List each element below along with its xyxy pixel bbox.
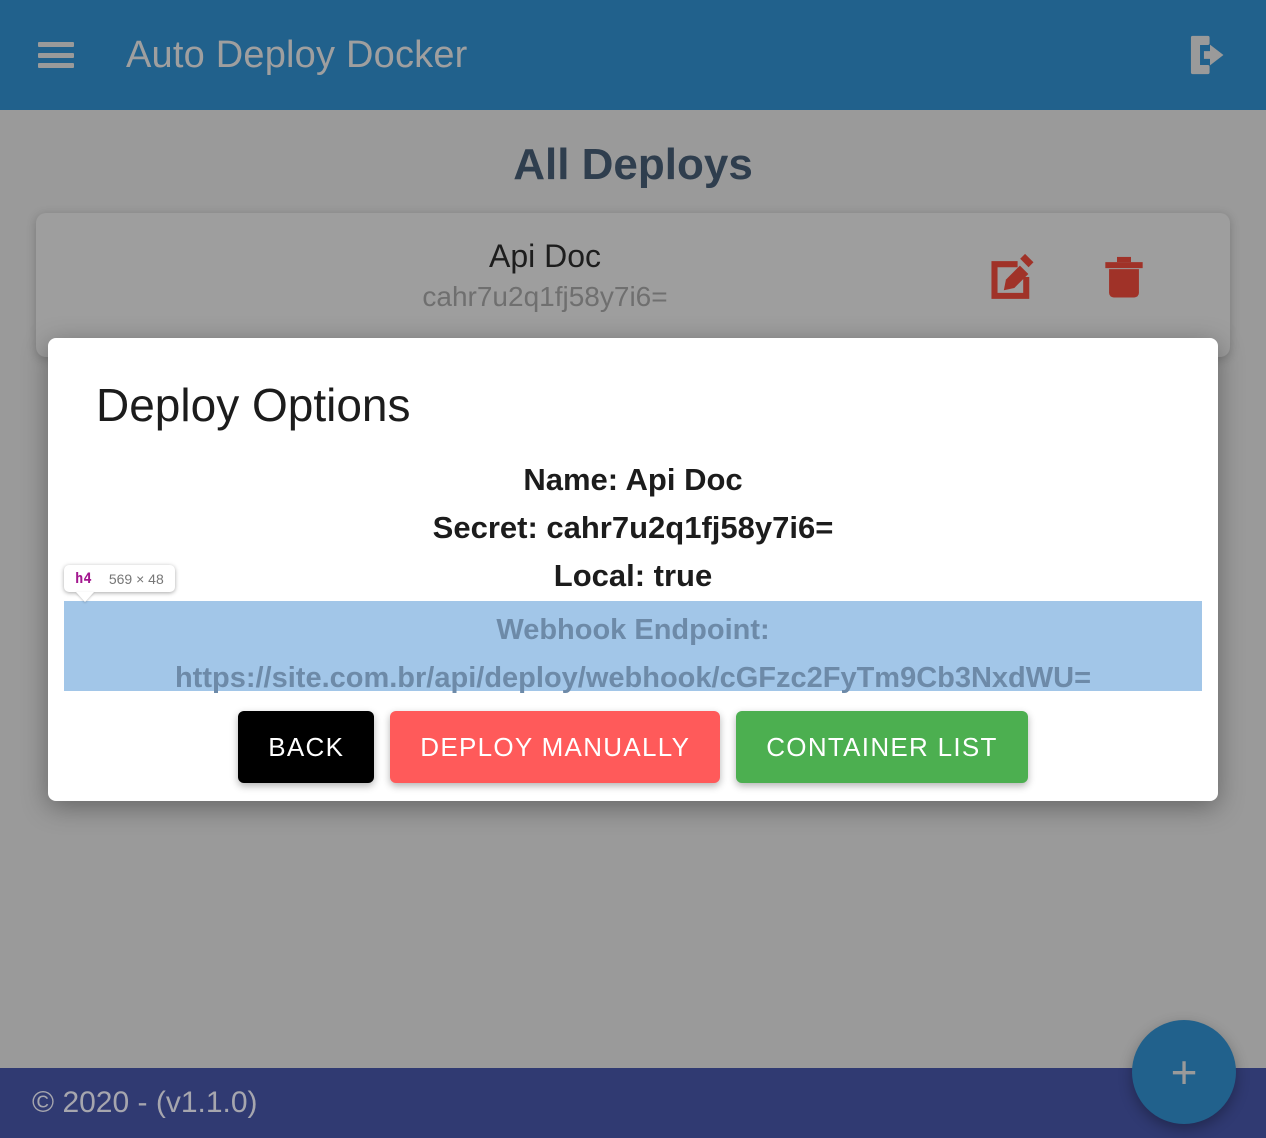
deploy-card[interactable]: Api Doc cahr7u2q1fj58y7i6= [36,213,1230,357]
deploy-options-modal: Deploy Options Name: Api Doc Secret: cah… [48,338,1218,801]
container-list-button[interactable]: CONTAINER LIST [736,711,1028,783]
trash-icon[interactable] [1096,249,1152,305]
webhook-url: https://site.com.br/api/deploy/webhook/c… [174,662,1092,694]
info-line-name: Name: Api Doc [523,462,743,497]
inspector-box: h4 569 × 48 [64,565,175,592]
page-title: All Deploys [513,140,753,189]
app-header: Auto Deploy Docker [0,0,1266,110]
plus-icon: + [1170,1046,1198,1098]
inspector-tag-name: h4 [75,570,92,587]
edit-pencil-icon[interactable] [984,249,1040,305]
hamburger-bar-2 [38,52,74,58]
app-footer: © 2020 - (v1.1.0) [0,1068,1266,1138]
info-line-local: Local: true [553,558,713,593]
inspector-dimensions: 569 × 48 [108,570,164,587]
footer-copyright: © 2020 - (v1.1.0) [32,1086,258,1119]
modal-info-list: Name: Api Doc Secret: cahr7u2q1fj58y7i6=… [48,456,1218,600]
hamburger-bar-3 [38,63,74,68]
modal-title: Deploy Options [96,379,411,431]
hamburger-bar-1 [38,42,74,47]
info-line-secret: Secret: cahr7u2q1fj58y7i6= [432,510,834,545]
modal-button-row: BACK DEPLOY MANUALLY CONTAINER LIST [48,711,1218,783]
deploy-secret: cahr7u2q1fj58y7i6= [422,281,668,312]
hamburger-menu-icon[interactable] [38,42,74,68]
deploy-name: Api Doc [488,238,602,274]
deploy-card-actions [984,249,1152,305]
deploy-manually-button[interactable]: DEPLOY MANUALLY [390,711,721,783]
back-button[interactable]: BACK [238,711,375,783]
add-deploy-fab[interactable]: + [1132,1020,1236,1124]
inspector-pointer-arrow [76,592,94,602]
webhook-label: Webhook Endpoint: [496,614,770,646]
devtools-inspector-badge: h4 569 × 48 [64,565,175,602]
app-title: Auto Deploy Docker [126,33,468,76]
deploy-card-texts: Api Doc cahr7u2q1fj58y7i6= [36,235,1054,317]
webhook-endpoint-block: Webhook Endpoint: https://site.com.br/ap… [64,601,1202,694]
logout-icon[interactable] [1184,29,1236,81]
